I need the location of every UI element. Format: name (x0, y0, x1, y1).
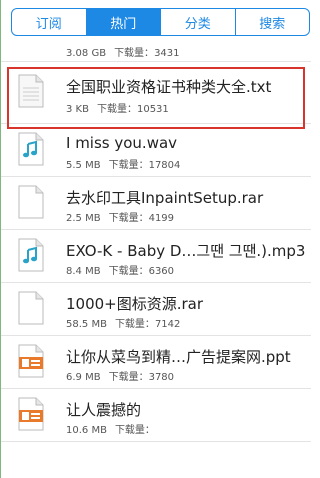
file-size: 3.08 GB (66, 48, 107, 59)
download-prefix: 下载量： (108, 372, 149, 383)
download-prefix: 下载量： (114, 48, 155, 59)
file-size: 10.6 MB (66, 425, 107, 436)
list-item[interactable]: 全国职业资格证书种类大全.txt 3 KB 下载量：10531 (1, 62, 311, 124)
tab-subscribe[interactable]: 订阅 (12, 9, 87, 35)
file-name: 去水印工具InpaintSetup.rar (66, 189, 264, 207)
file-name: 全国职业资格证书种类大全.txt (66, 78, 272, 96)
download-count: 7142 (154, 319, 181, 330)
tab-category[interactable]: 分类 (161, 9, 236, 35)
music-file-icon (18, 132, 44, 166)
file-name: EXO-K - Baby D…그땐 그땐.).mp3 (66, 242, 306, 260)
file-size: 2.5 MB (66, 213, 101, 224)
download-prefix: 下载量： (96, 104, 137, 115)
file-meta: 3 KB 下载量：10531 (66, 100, 169, 115)
file-list: 3.08 GB 下载量：3431 全国职业资格证书种类大全.txt 3 KB 下载量… (1, 40, 311, 442)
file-meta: 3.08 GB 下载量：3431 (66, 44, 180, 59)
download-count: 3780 (148, 372, 175, 383)
download-count: 6360 (148, 266, 175, 277)
download-count: 17804 (148, 160, 181, 171)
download-prefix: 下载量： (108, 160, 149, 171)
music-file-icon (18, 238, 44, 272)
file-meta: 2.5 MB 下载量：4199 (66, 209, 174, 224)
archive-file-icon (18, 291, 44, 325)
file-meta: 58.5 MB 下载量：7142 (66, 315, 180, 330)
text-file-icon (18, 74, 44, 108)
file-size: 8.4 MB (66, 266, 101, 277)
file-meta: 8.4 MB 下载量：6360 (66, 262, 174, 277)
file-size: 58.5 MB (66, 319, 107, 330)
download-count: 3431 (154, 48, 180, 59)
tab-hot[interactable]: 热门 (86, 9, 161, 35)
tab-search[interactable]: 搜索 (236, 9, 310, 35)
list-item[interactable]: 3.08 GB 下载量：3431 (1, 40, 311, 62)
ppt-file-icon (18, 397, 44, 431)
download-prefix: 下载量： (108, 266, 149, 277)
file-size: 6.9 MB (66, 372, 101, 383)
download-count: 10531 (136, 104, 169, 115)
archive-file-icon (18, 185, 44, 219)
download-prefix: 下载量： (108, 213, 149, 224)
tab-segmented-control: 订阅 热门 分类 搜索 (11, 8, 310, 36)
list-item[interactable]: 让你从菜鸟到精…广告提案网.ppt 6.9 MB 下载量：3780 (1, 336, 311, 389)
header-bar: 订阅 热门 分类 搜索 (1, 0, 311, 40)
file-name: 让人震撼的 (66, 401, 142, 419)
file-size: 5.5 MB (66, 160, 101, 171)
list-item[interactable]: 让人震撼的 10.6 MB 下载量： (1, 389, 311, 442)
list-item[interactable]: 1000+图标资源.rar 58.5 MB 下载量：7142 (1, 283, 311, 336)
file-name: I miss you.wav (66, 134, 178, 152)
ppt-file-icon (18, 344, 44, 378)
file-size: 3 KB (66, 104, 89, 115)
download-count: 4199 (148, 213, 175, 224)
list-item[interactable]: I miss you.wav 5.5 MB 下载量：17804 (1, 124, 311, 177)
list-item[interactable]: 去水印工具InpaintSetup.rar 2.5 MB 下载量：4199 (1, 177, 311, 230)
app-screen: 订阅 热门 分类 搜索 3.08 GB 下载量：3431 全国职业资格证书种类大全… (0, 0, 311, 478)
file-name: 让你从菜鸟到精…广告提案网.ppt (66, 348, 291, 366)
file-meta: 10.6 MB 下载量： (66, 421, 155, 436)
list-item[interactable]: EXO-K - Baby D…그땐 그땐.).mp3 8.4 MB 下载量：636… (1, 230, 311, 283)
download-prefix: 下载量： (114, 319, 155, 330)
download-prefix: 下载量： (114, 425, 155, 436)
file-name: 1000+图标资源.rar (66, 295, 204, 313)
file-meta: 6.9 MB 下载量：3780 (66, 368, 174, 383)
file-meta: 5.5 MB 下载量：17804 (66, 156, 180, 171)
